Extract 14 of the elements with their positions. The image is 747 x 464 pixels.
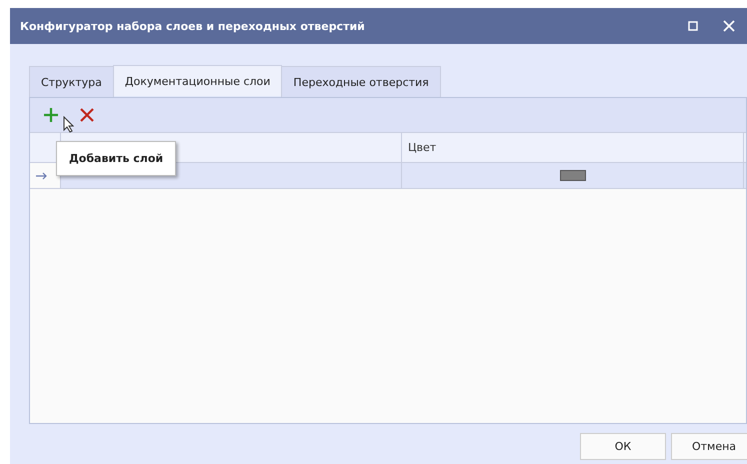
- close-icon: [723, 20, 735, 32]
- tab[interactable]: Структура: [29, 66, 114, 97]
- maximize-icon: [688, 21, 698, 31]
- plus-icon: [43, 107, 59, 123]
- window-title: Конфигуратор набора слоев и переходных отверстий: [20, 20, 366, 32]
- column-header[interactable]: Цвет: [402, 133, 744, 162]
- tooltip: Добавить слой: [56, 141, 176, 176]
- delete-icon: [79, 107, 95, 123]
- cursor-icon: [63, 116, 74, 133]
- tab[interactable]: Переходные отверстия: [281, 66, 441, 97]
- arrow-icon: [36, 172, 48, 180]
- dialog-button[interactable]: ОК: [580, 433, 666, 460]
- tab[interactable]: Документационные слои: [112, 65, 282, 96]
- dialog-button[interactable]: Отмена: [671, 433, 747, 460]
